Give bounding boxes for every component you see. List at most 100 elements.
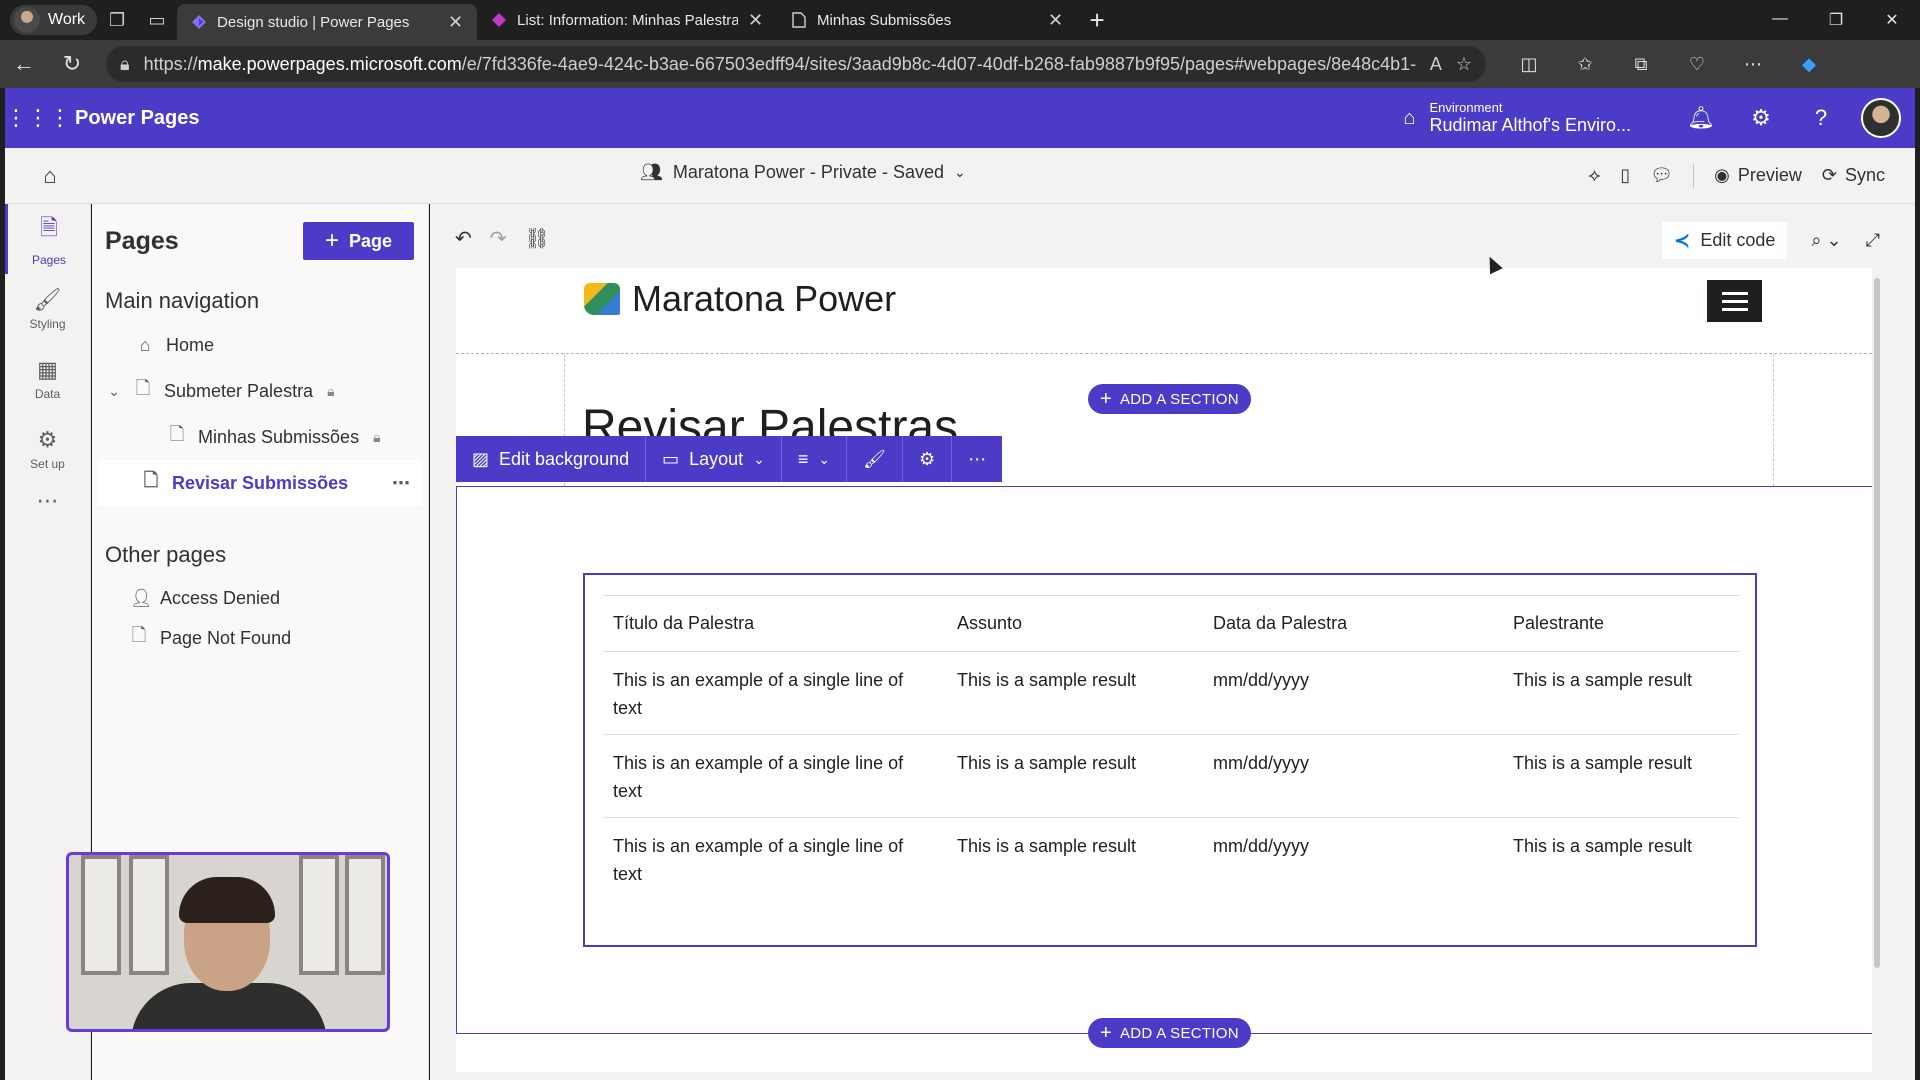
page-item-access-denied[interactable]: 👤︎ Access Denied [92,578,428,618]
edit-background-button[interactable]: ▨ Edit background [456,436,647,482]
tab-design-studio[interactable]: Design studio | Power Pages ✕ [177,4,478,40]
page-item-page-not-found[interactable]: 🗋 Page Not Found [92,618,428,658]
cell: mm/dd/yyyy [1203,734,1503,818]
copilot-icon[interactable]: ◆ [1786,54,1832,75]
close-tab-icon[interactable]: ✕ [1048,10,1063,31]
settings-button[interactable]: ⚙ [903,436,953,482]
page-item-submeter-palestra[interactable]: ⌄ 🗋 Submeter Palestra 🔒︎ [92,368,428,414]
close-tab-icon[interactable]: ✕ [448,12,463,33]
scrollbar-thumb[interactable] [1874,278,1880,968]
favorites-icon[interactable]: ✩ [1562,54,1608,75]
eye-icon: ◉ [1714,165,1730,185]
lock-icon: 🔒︎ [373,428,381,445]
collections-icon[interactable]: ⧉ [1618,54,1664,75]
favorite-star-icon[interactable]: ☆ [1456,54,1472,75]
column-header-data[interactable]: Data da Palestra [1203,595,1503,652]
help-icon[interactable]: ? [1791,105,1851,131]
close-window-icon[interactable]: ✕ [1864,10,1920,30]
rail-item-styling[interactable]: 🖌︎ Styling [5,274,90,344]
undo-icon[interactable]: ↶ [455,226,472,251]
settings-more-icon[interactable]: ⋯ [1730,54,1776,75]
tab-minhas-submissoes[interactable]: Minhas Submissões ✕ [777,0,1077,40]
layout-label: Layout [689,448,744,469]
copilot-chat-icon[interactable]: ⟡ [1588,165,1600,186]
more-button[interactable]: ⋯ [952,436,1002,482]
chevron-down-icon[interactable]: ⌄ [106,383,122,400]
expand-icon[interactable]: ⤢ [1866,230,1880,251]
layout-dropdown[interactable]: ▭ Layout ⌄ [646,436,782,482]
link-pages-icon[interactable]: ⛓ [525,226,550,251]
app-launcher-icon[interactable]: ⋮⋮⋮ [5,105,71,131]
sync-label: Sync [1844,165,1885,185]
table-row: This is an example of a single line of t… [603,818,1739,901]
chevron-down-icon: ⌄ [818,450,831,467]
align-icon: ≡ [797,448,809,469]
browser-essentials-icon[interactable]: ♡ [1674,54,1720,75]
rail-item-pages[interactable]: 🗎 Pages [5,204,90,274]
back-icon[interactable]: ← [0,51,48,77]
more-options-icon[interactable]: ⋯ [392,473,410,494]
notifications-bell-icon[interactable]: 🔔︎ [1671,105,1731,131]
sync-button[interactable]: ⟳ Sync [1822,165,1885,186]
read-aloud-icon[interactable]: A [1430,54,1442,75]
page-item-home[interactable]: ⌂ Home [92,322,428,368]
minimize-icon[interactable]: — [1752,10,1808,30]
list-section[interactable]: Título da Palestra Assunto Data da Pales… [456,486,1882,1034]
site-status-dropdown[interactable]: 👥︎ Maratona Power - Private - Saved ⌄ [640,162,966,183]
paintbrush-icon: 🖌︎ [863,448,887,469]
new-tab-icon[interactable]: + [1077,5,1117,36]
close-tab-icon[interactable]: ✕ [748,10,763,31]
tab-list-information[interactable]: List: Information: Minhas Palestra ✕ [477,0,777,40]
table-row: This is an example of a single line of t… [603,734,1739,818]
power-pages-favicon [191,14,207,30]
device-preview-icon[interactable]: ▯ [1620,165,1630,186]
page-item-minhas-submissoes[interactable]: 🗋 Minhas Submissões 🔒︎ [92,414,428,460]
tab-actions-icon[interactable]: ▭ [137,0,177,40]
page-item-revisar-submissoes[interactable]: 🗋 Revisar Submissões ⋯ [98,460,422,506]
home-icon[interactable]: ⌂ [5,163,95,189]
user-avatar[interactable] [1861,98,1901,138]
rail-label: Set up [30,457,65,471]
comments-icon[interactable]: 💬︎ [1650,165,1673,186]
settings-gear-icon[interactable]: ⚙ [1731,105,1791,131]
column-header-assunto[interactable]: Assunto [947,595,1203,652]
cell: This is an example of a single line of t… [613,836,904,884]
page-icon: 🗋 [143,470,159,490]
rail-label: Styling [29,317,66,331]
site-preview: Maratona Power Revisar Palestras ▨ Edit … [456,268,1882,1072]
column-header-palestrante[interactable]: Palestrante [1503,595,1739,652]
canvas-scrollbar[interactable] [1872,268,1882,1072]
site-logo[interactable]: Maratona Power [584,278,896,320]
page-search-icon: 🗋 [131,625,147,645]
background-window [345,855,385,975]
style-button[interactable]: 🖌︎ [847,436,904,482]
page-label: Revisar Submissões [172,472,349,493]
tab-label: Design studio | Power Pages [217,13,410,31]
more-icon[interactable]: ⋯ [5,488,90,514]
add-section-button-bottom[interactable]: + ADD A SECTION [1088,1018,1251,1048]
split-screen-icon[interactable]: ◫ [1506,54,1552,75]
alignment-dropdown[interactable]: ≡ ⌄ [782,436,848,482]
browser-profile-button[interactable]: Work [10,5,98,35]
rail-item-setup[interactable]: ⚙ Set up [5,414,90,484]
workspaces-icon[interactable]: ❐ [97,0,137,40]
preview-button[interactable]: ◉ Preview [1714,165,1802,186]
edit-code-button[interactable]: ≺ Edit code [1661,222,1788,259]
layout-icon: ▭ [662,448,680,469]
add-page-button[interactable]: + Page [302,222,414,260]
environment-picker[interactable]: ⌂ Environment Rudimar Althof's Enviro... [1403,100,1631,136]
rail-label: Data [34,387,61,401]
rail-item-data[interactable]: ▦ Data [5,344,90,414]
column-header-titulo[interactable]: Título da Palestra [603,595,947,652]
url-field[interactable]: 🔒︎ https://make.powerpages.microsoft.com… [106,46,1486,82]
refresh-icon[interactable]: ↻ [48,51,96,77]
redo-icon[interactable]: ↷ [490,226,507,251]
list-component[interactable]: Título da Palestra Assunto Data da Pales… [583,573,1757,947]
restore-icon[interactable]: ❐ [1808,10,1864,30]
add-section-button-top[interactable]: + ADD A SECTION [1088,384,1251,414]
background-window [81,855,121,975]
lock-icon: 🔒︎ [327,382,335,399]
cell: This is a sample result [1513,836,1693,856]
zoom-dropdown[interactable]: ⌕ ⌄ [1811,230,1841,251]
hamburger-menu-icon[interactable] [1707,280,1762,322]
